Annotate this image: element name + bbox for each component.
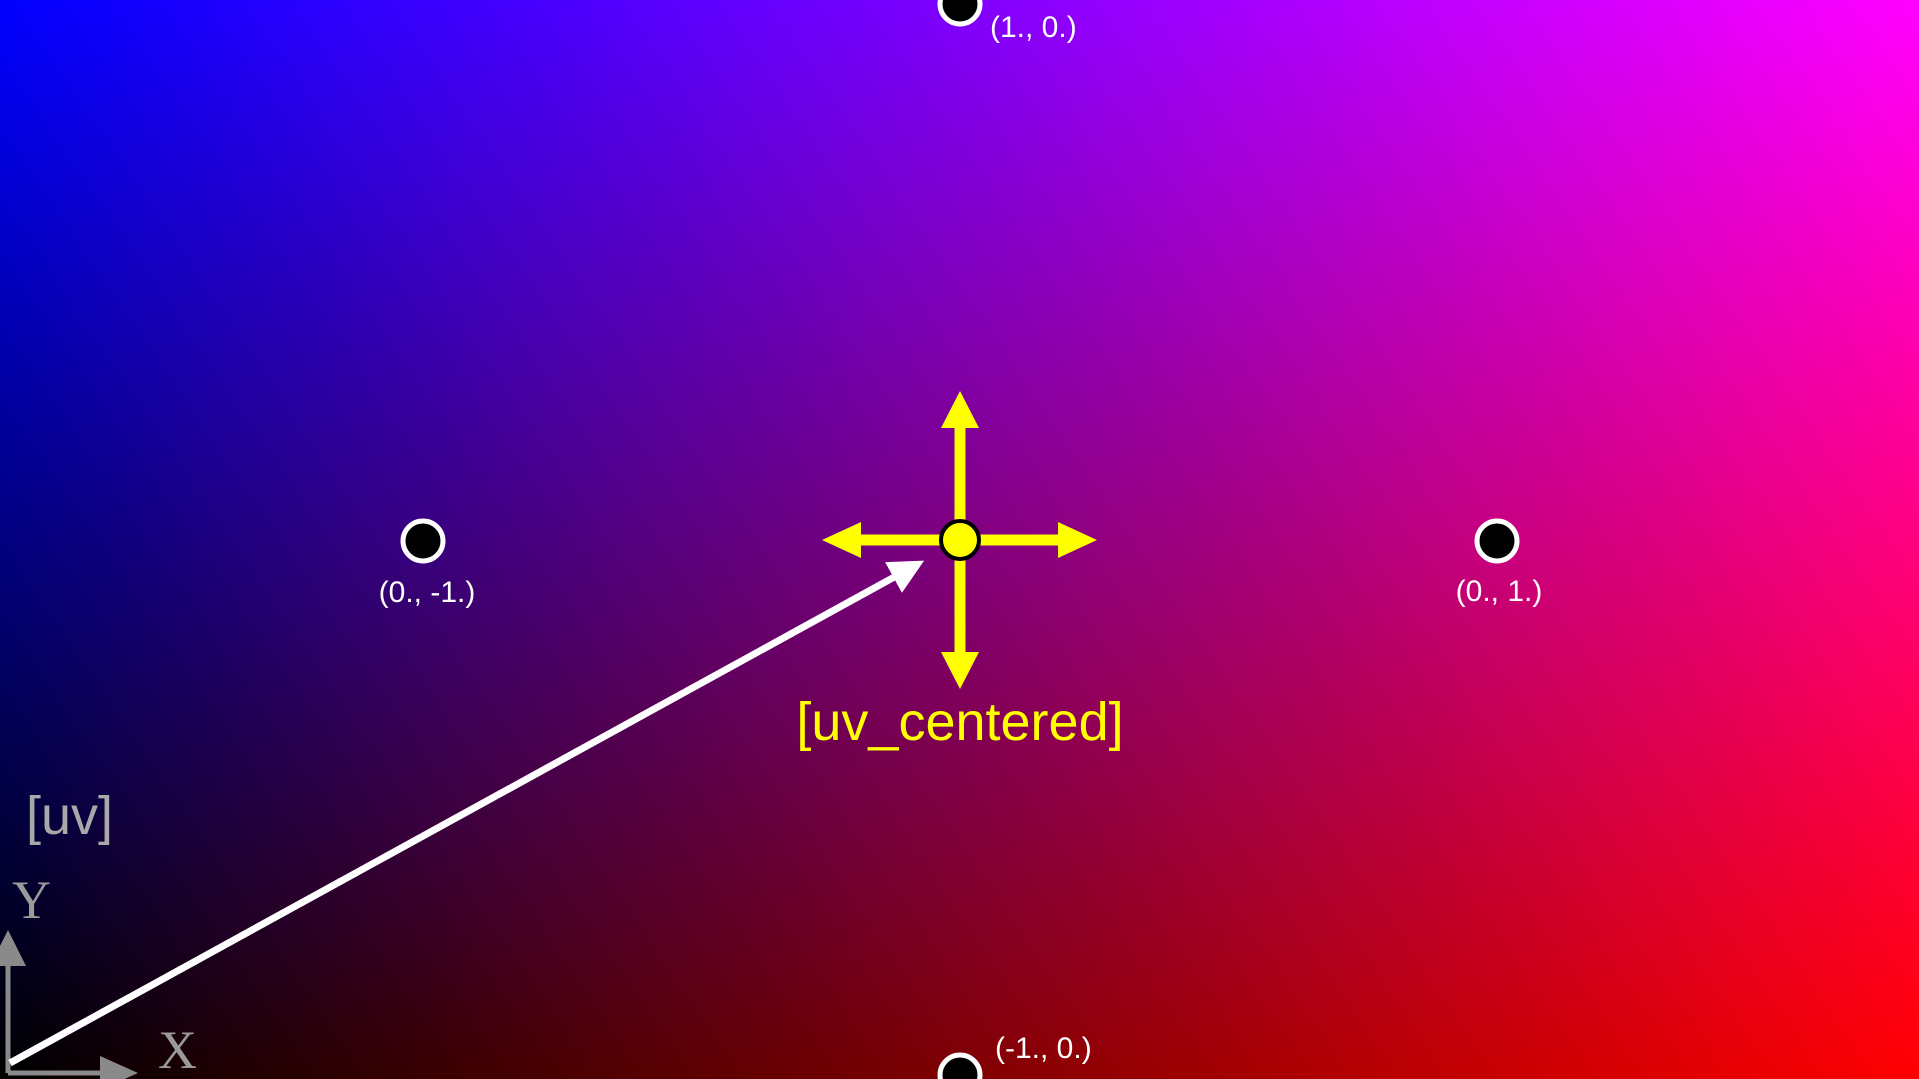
point-top-marker xyxy=(937,0,983,27)
diagram-overlay: Y X [uv] [uv_centered] (1., 0.) (-1., 0. xyxy=(0,0,1543,1079)
y-axis-arrowhead xyxy=(0,930,26,966)
offset-vector-arrow xyxy=(8,560,925,1067)
point-bottom: (-1., 0.) xyxy=(937,1032,1092,1079)
point-right: (0., 1.) xyxy=(1456,518,1543,608)
centered-left-arrowhead xyxy=(822,522,861,558)
centered-up-arrowhead xyxy=(941,391,979,428)
uv-diagram-canvas: Y X [uv] [uv_centered] (1., 0.) (-1., 0. xyxy=(0,0,1919,1079)
centered-down-arrowhead xyxy=(941,652,979,689)
centered-right-arrowhead xyxy=(1058,522,1097,558)
point-left-marker xyxy=(400,518,446,564)
point-right-marker xyxy=(1474,518,1520,564)
point-left: (0., -1.) xyxy=(379,518,476,609)
point-bottom-marker xyxy=(937,1052,983,1079)
point-left-label: (0., -1.) xyxy=(379,576,476,609)
y-axis-letter: Y xyxy=(12,870,51,930)
uv-centered-label: [uv_centered] xyxy=(796,692,1123,752)
point-bottom-label: (-1., 0.) xyxy=(995,1032,1092,1065)
x-axis-arrowhead xyxy=(100,1056,138,1079)
x-axis-letter: X xyxy=(158,1020,197,1079)
uv-centered-axes: [uv_centered] xyxy=(796,391,1124,752)
point-top: (1., 0.) xyxy=(937,0,1077,44)
uv-origin-axes: Y X [uv] xyxy=(0,786,197,1079)
centered-origin-dot xyxy=(939,519,981,561)
point-right-label: (0., 1.) xyxy=(1456,575,1543,608)
uv-origin-label: [uv] xyxy=(26,786,113,846)
point-top-label: (1., 0.) xyxy=(990,11,1077,44)
